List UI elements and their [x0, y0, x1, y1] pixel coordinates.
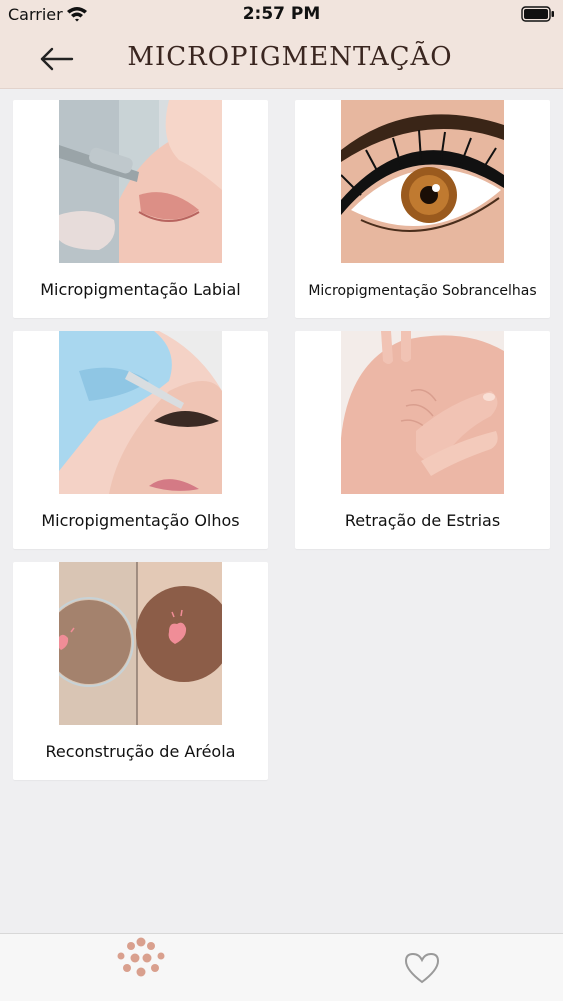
status-bar: Carrier 2:57 PM: [0, 0, 563, 30]
clock-time: 2:57 PM: [242, 4, 321, 24]
paw-icon: [117, 937, 165, 977]
areola-photo: [59, 562, 222, 725]
service-label: Micropigmentação Olhos: [41, 511, 240, 530]
tab-services[interactable]: [0, 934, 281, 1001]
service-card-estrias[interactable]: Retração de Estrias: [295, 331, 550, 549]
tab-bar: [0, 933, 563, 1001]
navigation-bar: MICROPIGMENTAÇÃO: [0, 30, 563, 89]
heart-icon: [404, 952, 440, 984]
olhos-photo: [59, 331, 222, 494]
arrow-left-icon: [40, 47, 74, 71]
battery-icon: [521, 6, 555, 26]
sobrancelhas-photo: [341, 100, 504, 263]
service-label: Retração de Estrias: [344, 511, 501, 530]
service-card-areola[interactable]: Reconstrução de Aréola: [13, 562, 268, 780]
estrias-photo: [341, 331, 504, 494]
service-card-sobrancelhas[interactable]: Micropigmentação Sobrancelhas: [295, 100, 550, 318]
back-button[interactable]: [36, 42, 76, 76]
service-card-olhos[interactable]: Micropigmentação Olhos: [13, 331, 268, 549]
service-label: Reconstrução de Aréola: [45, 742, 236, 761]
service-card-labial[interactable]: Micropigmentação Labial: [13, 100, 268, 318]
service-label: Micropigmentação Sobrancelhas: [308, 283, 537, 299]
labial-photo: [59, 100, 222, 263]
tab-favorites[interactable]: [282, 934, 563, 1001]
service-label: Micropigmentação Labial: [40, 280, 241, 299]
page-title: MICROPIGMENTAÇÃO: [127, 42, 453, 72]
